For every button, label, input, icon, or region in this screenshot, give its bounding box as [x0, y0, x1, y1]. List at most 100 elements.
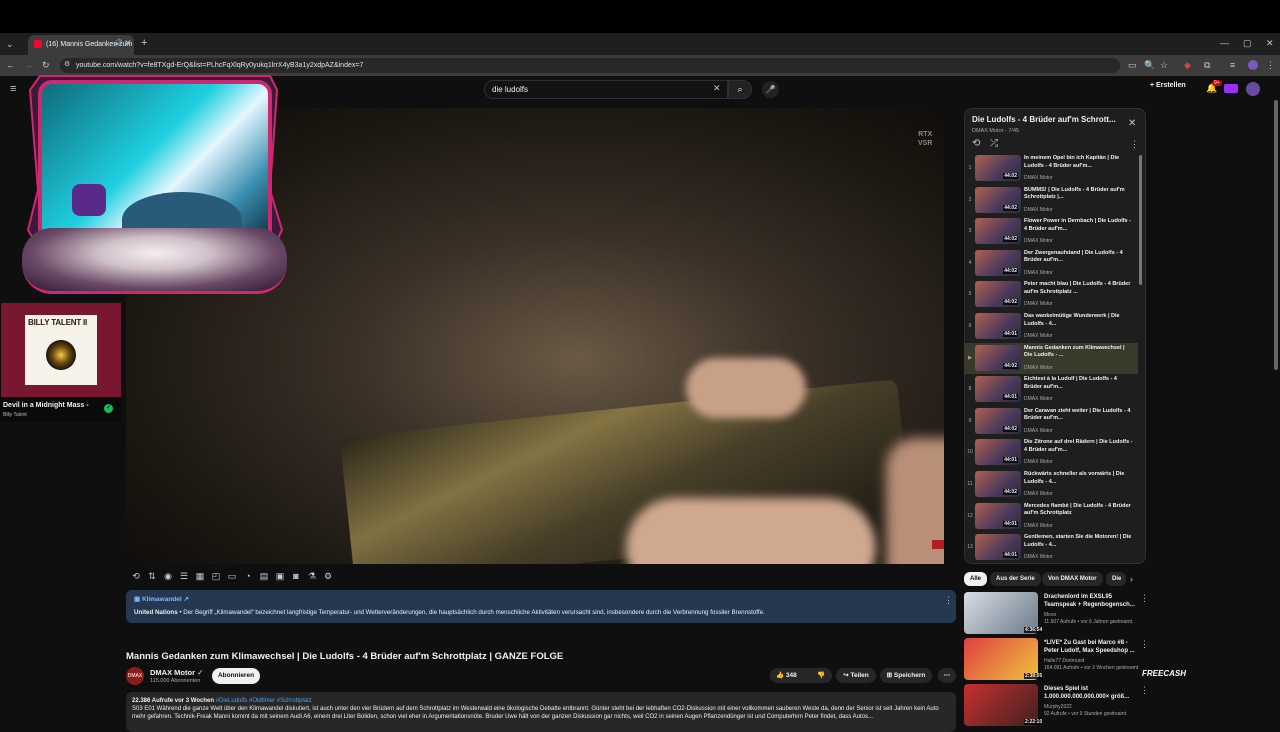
- gear-icon[interactable]: ⚙: [322, 570, 334, 582]
- picture-in-picture-icon[interactable]: ◰: [210, 570, 222, 582]
- description-tags[interactable]: #DieLudolfs #Oldtimer #Schrottplatz: [216, 698, 312, 704]
- loop-icon[interactable]: ⟲: [130, 570, 142, 582]
- like-count: 348: [785, 672, 797, 679]
- forward-icon[interactable]: →: [24, 61, 33, 70]
- playlist-item-index: 8: [968, 386, 972, 393]
- filter-chip[interactable]: Die: [1106, 572, 1126, 586]
- playlist-item-channel: DMAX Motor: [1024, 206, 1053, 213]
- playlist-item[interactable]: 10 44:01 Die Zitrone auf drei Rädern | Die…: [964, 437, 1138, 468]
- speed-icon[interactable]: ◔: [242, 570, 254, 582]
- hamburger-menu-icon[interactable]: ≡: [10, 84, 16, 95]
- loop-playlist-icon[interactable]: ⟲: [972, 139, 980, 149]
- filter-chip[interactable]: Aus der Serie: [990, 572, 1041, 586]
- subscriber-count: 115.000 Abonnenten: [150, 678, 201, 684]
- profile-avatar[interactable]: [1248, 60, 1258, 70]
- playlist-item[interactable]: 4 44:02 Der Zwergenaufstand | Die Ludolfs …: [964, 248, 1138, 279]
- playlist-item-thumbnail: 44:01: [975, 502, 1021, 529]
- filter-chip[interactable]: Von DMAX Motor: [1042, 572, 1103, 586]
- page-scrollbar[interactable]: [1274, 100, 1278, 370]
- playlist-item[interactable]: 8 44:01 Eichtest à la Ludolf | Die Ludolfs…: [964, 374, 1138, 405]
- playlist-item[interactable]: ▶ 44:02 Mannis Gedanken zum Klimawechsel |…: [964, 342, 1138, 374]
- info-title[interactable]: Klimawandel: [142, 596, 182, 603]
- playlist-item[interactable]: 6 44:01 Das wankelmütige Wunderwerk | Die …: [964, 311, 1138, 342]
- recommendation-item[interactable]: 2:38:05 *LIVE* Zu Gast bei Marco #8 - Pet…: [964, 638, 1149, 680]
- playlist-item-thumbnail: 44:02: [975, 155, 1021, 181]
- verified-icon: ✓: [195, 668, 204, 677]
- screenshot-icon[interactable]: ▣: [274, 570, 286, 582]
- save-button[interactable]: ⊞ Speichern: [880, 668, 932, 683]
- playlist-item[interactable]: 1 44:02 In meinem Opel bin ich Kapitän | D…: [964, 153, 1138, 184]
- miniplayer-icon[interactable]: ▭: [226, 570, 238, 582]
- clear-search-icon[interactable]: ✕: [713, 84, 721, 93]
- close-tab-icon[interactable]: ✕: [124, 39, 132, 48]
- cast-icon[interactable]: ▭: [1128, 61, 1137, 70]
- playlist-scrollbar[interactable]: [1139, 155, 1142, 285]
- recommendation-item[interactable]: 4:36:54 Drachenlord im EXSL95 Teamspeak +…: [964, 592, 1149, 634]
- create-button[interactable]: + Erstellen: [1150, 82, 1186, 89]
- playlist-item-duration: 44:02: [1003, 236, 1018, 243]
- subscribe-button[interactable]: Abonnieren: [212, 668, 260, 684]
- recommendation-title: Drachenlord im EXSL95 Teamspeak + Regenb…: [1044, 594, 1135, 608]
- playlist-item-thumbnail: 44:01: [975, 439, 1021, 466]
- tab-list-icon[interactable]: ⌄: [6, 40, 14, 49]
- playlist-title[interactable]: Die Ludolfs - 4 Brüder auf'm Schrott...: [972, 115, 1124, 124]
- voice-search-icon[interactable]: 🎤: [762, 81, 779, 98]
- extension-icon[interactable]: ◆: [1184, 61, 1191, 70]
- extensions-puzzle-icon[interactable]: ⧉: [1204, 61, 1210, 70]
- song-title: Devil in a Midnight Mass -: [3, 402, 89, 409]
- twitch-extension-icon[interactable]: [1224, 84, 1238, 93]
- tab-bar: [0, 33, 1280, 55]
- site-info-icon[interactable]: ⚙: [64, 61, 70, 68]
- flask-icon[interactable]: ⚗: [306, 570, 318, 582]
- dislike-button[interactable]: 👎: [810, 668, 832, 683]
- media-icon[interactable]: ≡: [1230, 61, 1235, 70]
- channel-name[interactable]: DMAX Motor ✓: [150, 668, 203, 677]
- new-tab-icon[interactable]: +: [141, 38, 147, 49]
- maximize-icon[interactable]: ▢: [1243, 39, 1252, 48]
- playlist-item-index: 11: [967, 481, 973, 487]
- chips-next-icon[interactable]: ›: [1130, 575, 1133, 584]
- playlist-item[interactable]: 11 44:02 Rückwärts schneller als vorwärts …: [964, 469, 1138, 500]
- recommendation-menu-icon[interactable]: ⋮: [1140, 686, 1149, 695]
- playlist-item-title: Der Zwergenaufstand | Die Ludolfs - 4 Br…: [1024, 249, 1123, 264]
- playlist-item[interactable]: 12 44:01 Mercedes flambé | Die Ludolfs - 4…: [964, 501, 1138, 532]
- audio-icon[interactable]: 🔊: [114, 40, 123, 47]
- playlist-item-duration: 44:02: [1003, 173, 1018, 179]
- close-window-icon[interactable]: ✕: [1266, 39, 1274, 48]
- audio-wave-icon[interactable]: ◉: [162, 570, 174, 582]
- search-button[interactable]: ⌕: [728, 80, 752, 99]
- playlist-item[interactable]: 3 44:02 Flower Power in Dernbach | Die Lud…: [964, 216, 1138, 247]
- more-actions-icon[interactable]: ⋯: [938, 668, 956, 683]
- channel-avatar[interactable]: DMAX: [126, 667, 144, 685]
- info-panel-menu-icon[interactable]: ⋮: [944, 596, 953, 605]
- close-playlist-icon[interactable]: ✕: [1128, 119, 1136, 129]
- playlist-menu-icon[interactable]: ⋮: [1130, 140, 1139, 149]
- camera-icon[interactable]: ◙: [290, 570, 302, 582]
- create-label: Erstellen: [1156, 82, 1186, 89]
- playlist-item[interactable]: 13 44:01 Gentlemen, starten Sie die Motore…: [964, 532, 1138, 563]
- back-icon[interactable]: ←: [6, 61, 15, 70]
- description-box[interactable]: 22.386 Aufrufe vor 3 Wochen #DieLudolfs …: [126, 692, 956, 732]
- playlist-item[interactable]: 2 44:02 BUMMS! | Die Ludolfs - 4 Brüder au…: [964, 185, 1138, 216]
- shuffle-icon[interactable]: ⤮: [990, 139, 998, 149]
- sort-icon[interactable]: ⇅: [146, 570, 158, 582]
- calendar-icon[interactable]: ▦: [194, 570, 206, 582]
- minimize-icon[interactable]: —: [1220, 39, 1229, 48]
- playlist-item-duration: 44:01: [1003, 457, 1018, 464]
- playlist-item-channel: DMAX Motor: [1024, 175, 1053, 181]
- recommendation-menu-icon[interactable]: ⋮: [1140, 640, 1149, 649]
- search-input[interactable]: die ludolfs: [484, 80, 728, 99]
- playlist-settings-icon[interactable]: ☰: [178, 570, 190, 582]
- reload-icon[interactable]: ↻: [42, 61, 50, 70]
- recommendation-menu-icon[interactable]: ⋮: [1140, 594, 1149, 603]
- account-avatar[interactable]: [1246, 82, 1260, 96]
- zoom-icon[interactable]: 🔍: [1144, 61, 1155, 70]
- playlist-item[interactable]: 5 44:02 Peter macht blau | Die Ludolfs - 4…: [964, 279, 1138, 310]
- share-button[interactable]: ↪ Teilen: [836, 668, 876, 683]
- filter-chip[interactable]: Alle: [964, 572, 988, 586]
- menu-kebab-icon[interactable]: ⋮: [1266, 61, 1275, 70]
- playlist-item-index: 10: [967, 449, 973, 456]
- bookmark-star-icon[interactable]: ☆: [1160, 61, 1168, 70]
- caption-icon[interactable]: ▤: [258, 570, 270, 582]
- playlist-item[interactable]: 9 44:02 Der Caravan zieht weiter | Die Lud…: [964, 406, 1138, 437]
